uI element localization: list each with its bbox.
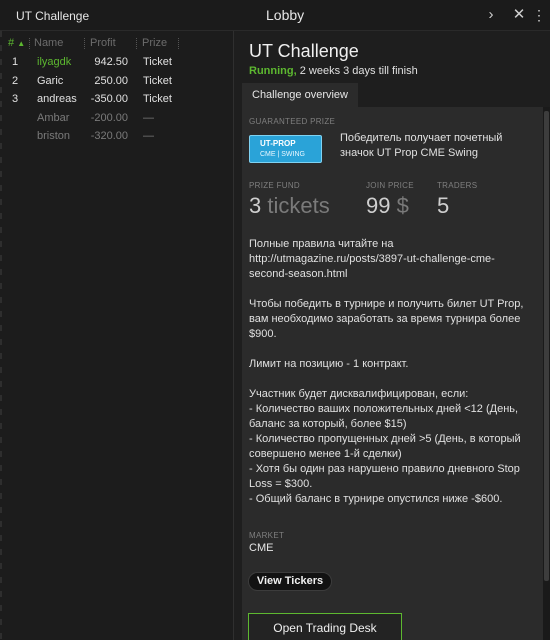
column-divider [136, 38, 137, 49]
view-tickers-button[interactable]: View Tickers [248, 572, 332, 591]
market-label: MARKET [249, 531, 285, 540]
status-running-label: Running, [249, 65, 297, 77]
row-rank: 2 [12, 74, 19, 87]
prize-fund-label: PRIZE FUND [249, 181, 300, 190]
guaranteed-prize-label: GUARANTEED PRIZE [249, 117, 336, 126]
chevron-right-icon[interactable]: › [482, 5, 500, 25]
column-header-prize[interactable]: Prize [142, 37, 167, 49]
sort-ascending-icon: ▲ [17, 39, 26, 48]
rank-header-label: # [8, 37, 15, 49]
challenge-title: UT Challenge [249, 41, 359, 61]
tab-challenge-overview[interactable]: Challenge overview [242, 83, 358, 107]
row-name: briston [37, 130, 71, 142]
row-name: Ambar [37, 111, 70, 124]
row-profit: -200.00 [90, 111, 128, 124]
window-title: Lobby [266, 7, 305, 23]
join-price-unit: $ [396, 193, 409, 218]
open-trading-desk-button[interactable]: Open Trading Desk [248, 613, 402, 640]
table-row[interactable]: 1 ilyagdk 942.50 Ticket [0, 53, 234, 72]
row-profit: -350.00 [90, 93, 128, 105]
join-price-label: JOIN PRICE [366, 181, 414, 190]
title-bar: UT Challenge Lobby › ✕ ⋮ [0, 0, 550, 31]
join-price-value: 99 $ [366, 193, 409, 219]
traders-value: 5 [437, 193, 450, 218]
column-divider [29, 38, 30, 49]
row-prize: — [143, 130, 154, 142]
column-header-profit[interactable]: Profit [90, 37, 116, 49]
row-rank: 3 [12, 93, 19, 105]
more-vertical-icon[interactable]: ⋮ [530, 5, 548, 25]
row-name: ilyagdk [37, 56, 72, 68]
row-profit: -320.00 [90, 130, 128, 142]
ut-prop-badge-icon: UT-PROP CME | SWING [249, 135, 322, 163]
row-profit: 250.00 [94, 74, 128, 87]
row-prize: Ticket [143, 74, 172, 87]
column-header-rank[interactable]: # ▲ [8, 37, 25, 49]
traders-label: TRADERS [437, 181, 478, 190]
prize-description: Победитель получает почетный значок UT P… [340, 132, 503, 159]
market-value: CME [249, 542, 274, 554]
overview-content: GUARANTEED PRIZE UT-PROP CME | SWING Поб… [242, 107, 543, 640]
row-name: andreas [37, 93, 77, 105]
join-price-number: 99 [366, 193, 391, 218]
leaderboard-header: # ▲ Name Profit Prize [0, 35, 234, 53]
scrollbar[interactable] [543, 107, 550, 640]
challenge-details-panel: UT Challenge Running, 2 weeks 3 days til… [235, 31, 550, 640]
badge-bottom-text: CME | SWING [260, 151, 305, 158]
table-row[interactable]: Ambar -200.00 — [0, 109, 234, 128]
row-rank: 1 [12, 56, 19, 68]
leaderboard-rows: 1 ilyagdk 942.50 Ticket 2 Garic 250.00 T… [0, 53, 234, 146]
row-prize: Ticket [143, 56, 172, 68]
table-row[interactable]: 3 andreas -350.00 Ticket [0, 90, 234, 109]
column-divider [84, 38, 85, 49]
app-title: UT Challenge [16, 9, 90, 23]
row-prize: Ticket [143, 93, 172, 105]
row-name: Garic [37, 74, 64, 87]
prize-fund-number: 3 [249, 193, 262, 218]
column-divider [178, 38, 179, 49]
challenge-rules-text: Полные правила читайте на http://utmagaz… [249, 238, 524, 505]
badge-top-text: UT-PROP [260, 139, 296, 148]
column-header-name[interactable]: Name [34, 37, 63, 49]
table-row[interactable]: briston -320.00 — [0, 127, 234, 146]
prize-fund-unit: tickets [267, 193, 330, 218]
row-prize: — [143, 111, 154, 124]
status-time-remaining: 2 weeks 3 days till finish [296, 65, 418, 77]
leaderboard-panel: # ▲ Name Profit Prize 1 ilyagdk 942.50 T… [0, 31, 234, 640]
prize-fund-value: 3 tickets [249, 193, 330, 219]
row-profit: 942.50 [94, 56, 128, 68]
challenge-status: Running, 2 weeks 3 days till finish [249, 65, 418, 77]
close-icon[interactable]: ✕ [510, 5, 528, 25]
table-row[interactable]: 2 Garic 250.00 Ticket [0, 72, 234, 91]
scrollbar-thumb[interactable] [544, 111, 549, 581]
